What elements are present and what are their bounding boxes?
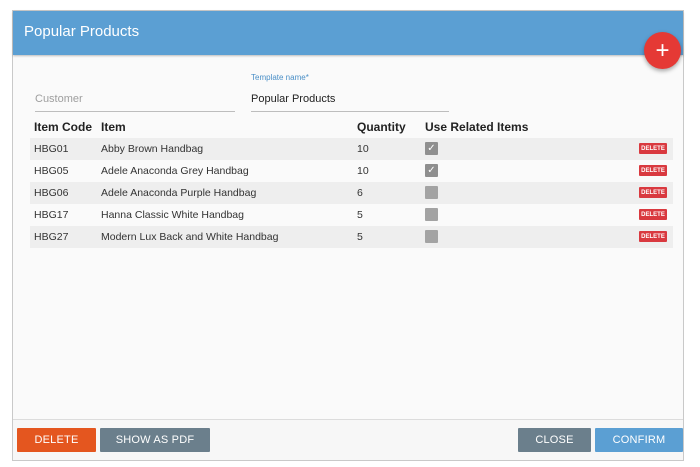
header-use-related-items: Use Related Items <box>425 120 529 134</box>
row-delete-button[interactable]: DELETE <box>639 231 667 242</box>
item-code-cell: HBG05 <box>34 165 69 177</box>
template-name-input[interactable] <box>251 93 449 105</box>
template-name-field[interactable]: Template name* <box>251 73 449 112</box>
item-code-cell: HBG17 <box>34 209 69 221</box>
delete-template-button[interactable]: DELETE <box>17 428 96 452</box>
check-icon: ✓ <box>427 143 436 154</box>
item-name-cell: Adele Anaconda Grey Handbag <box>101 165 249 177</box>
show-as-pdf-button[interactable]: SHOW AS PDF <box>100 428 210 452</box>
item-name-cell: Adele Anaconda Purple Handbag <box>101 187 257 199</box>
close-button[interactable]: CLOSE <box>518 428 591 452</box>
table-row: HBG27 Modern Lux Back and White Handbag 5 D… <box>30 226 673 248</box>
table-row: HBG05 Adele Anaconda Grey Handbag 10 ✓ DELET… <box>30 160 673 182</box>
dialog-header: Popular Products <box>13 11 683 55</box>
header-quantity: Quantity <box>357 120 406 134</box>
quantity-cell: 5 <box>357 209 363 221</box>
items-table: Item Code Item Quantity Use Related Item… <box>30 118 673 248</box>
row-delete-button[interactable]: DELETE <box>639 165 667 176</box>
item-code-cell: HBG27 <box>34 231 69 243</box>
item-name-cell: Hanna Classic White Handbag <box>101 209 244 221</box>
customer-input[interactable] <box>35 93 235 105</box>
use-related-items-checkbox[interactable]: ✓ <box>425 164 438 177</box>
use-related-items-checkbox[interactable] <box>425 186 438 199</box>
table-row: HBG06 Adele Anaconda Purple Handbag 6 DELET… <box>30 182 673 204</box>
quantity-cell: 10 <box>357 143 369 155</box>
item-name-cell: Abby Brown Handbag <box>101 143 204 155</box>
quantity-cell: 6 <box>357 187 363 199</box>
plus-icon: + <box>655 36 670 64</box>
table-row: HBG17 Hanna Classic White Handbag 5 DELETE <box>30 204 673 226</box>
quantity-cell: 5 <box>357 231 363 243</box>
use-related-items-checkbox[interactable] <box>425 208 438 221</box>
item-name-cell: Modern Lux Back and White Handbag <box>101 231 279 243</box>
item-code-cell: HBG06 <box>34 187 69 199</box>
row-delete-button[interactable]: DELETE <box>639 187 667 198</box>
row-delete-button[interactable]: DELETE <box>639 143 667 154</box>
template-name-label: Template name* <box>251 73 309 82</box>
quantity-cell: 10 <box>357 165 369 177</box>
table-row: HBG01 Abby Brown Handbag 10 ✓ DELETE <box>30 138 673 160</box>
use-related-items-checkbox[interactable] <box>425 230 438 243</box>
dialog-title: Popular Products <box>24 23 140 40</box>
table-body: HBG01 Abby Brown Handbag 10 ✓ DELETE HBG05 Ade… <box>30 138 673 248</box>
header-item-code: Item Code <box>34 120 93 134</box>
confirm-button[interactable]: CONFIRM <box>595 428 683 452</box>
dialog-footer: DELETE SHOW AS PDF CLOSE CONFIRM <box>13 419 683 460</box>
popular-products-dialog: Popular Products + Template name* Item C… <box>12 10 684 461</box>
table-header: Item Code Item Quantity Use Related Item… <box>30 118 673 138</box>
customer-field[interactable] <box>35 81 235 112</box>
use-related-items-checkbox[interactable]: ✓ <box>425 142 438 155</box>
row-delete-button[interactable]: DELETE <box>639 209 667 220</box>
add-item-button[interactable]: + <box>644 32 681 69</box>
item-code-cell: HBG01 <box>34 143 69 155</box>
header-item: Item <box>101 120 126 134</box>
check-icon: ✓ <box>427 165 436 176</box>
